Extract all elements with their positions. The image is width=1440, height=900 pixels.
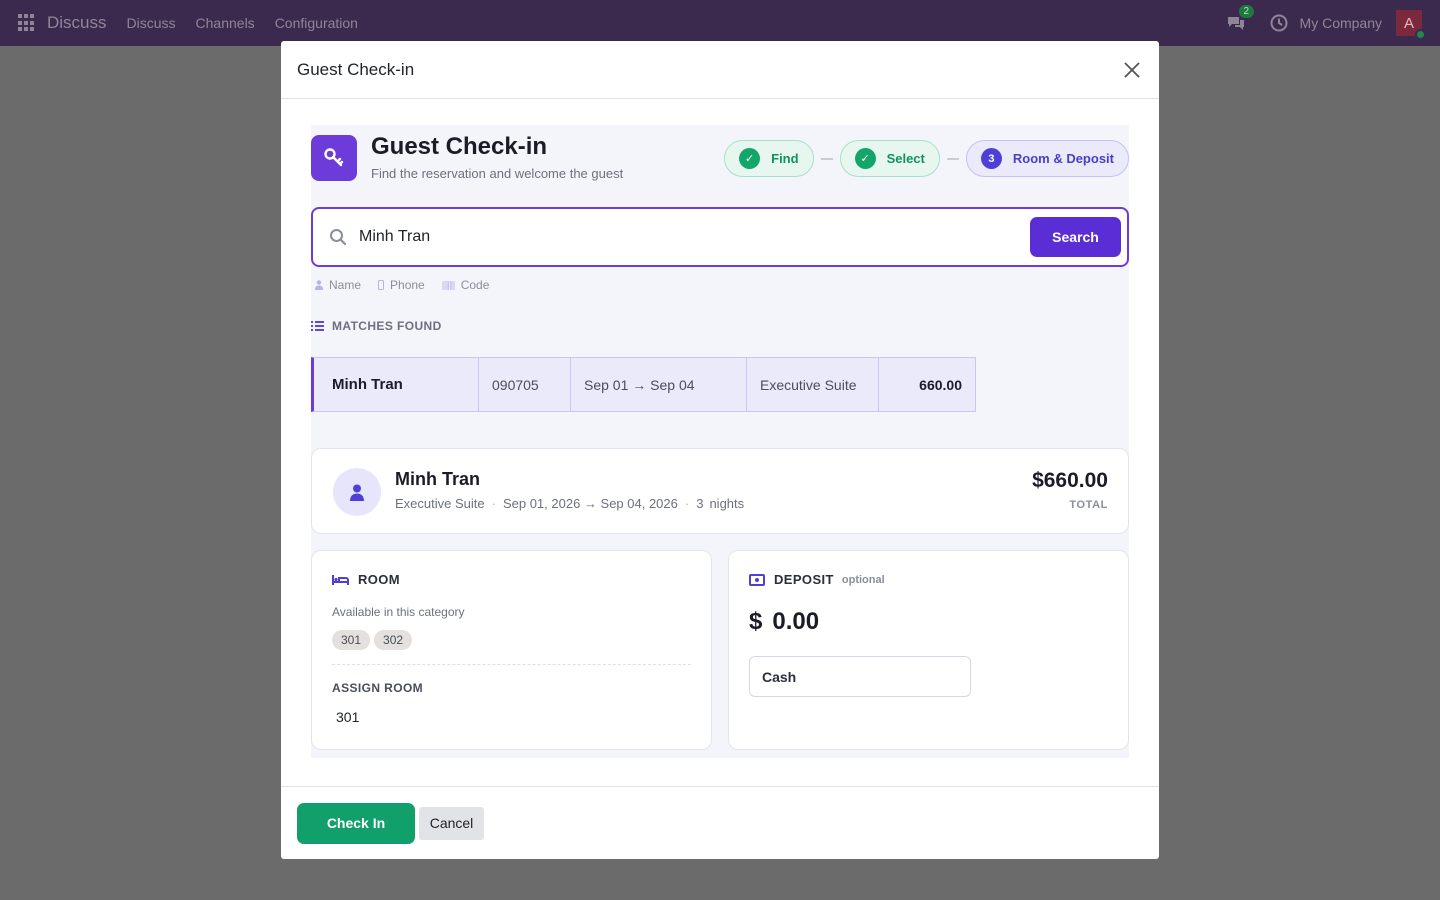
available-rooms: 301 302 bbox=[332, 630, 416, 650]
optional-tag: optional bbox=[841, 573, 885, 586]
selected-guest-card: Minh Tran Executive Suite · Sep 01, 2026… bbox=[311, 448, 1129, 534]
filter-label: Phone bbox=[390, 278, 425, 292]
dialog-footer: Check In Cancel bbox=[281, 786, 1159, 859]
avatar-letter: A bbox=[1403, 14, 1414, 32]
room-panel: ROOM Available in this category 301 302 … bbox=[311, 550, 712, 750]
currency-symbol: $ bbox=[749, 608, 763, 635]
deposit-panel-title: DEPOSIT optional bbox=[749, 572, 885, 587]
room-chip[interactable]: 302 bbox=[374, 630, 413, 650]
company-switcher[interactable]: My Company bbox=[1300, 15, 1382, 31]
checkin-dialog: Guest Check-in Guest Check-in Find the r… bbox=[281, 41, 1159, 859]
cancel-button[interactable]: Cancel bbox=[419, 806, 484, 840]
filter-label: Code bbox=[460, 278, 490, 292]
clock-icon[interactable] bbox=[1270, 14, 1288, 32]
wizard-title: Guest Check-in bbox=[371, 133, 548, 160]
step-label: Find bbox=[771, 151, 799, 166]
check-icon: ✓ bbox=[854, 148, 876, 169]
menu-channels[interactable]: Channels bbox=[196, 15, 255, 31]
match-row[interactable]: Minh Tran 090705 Sep 01 → Sep 04 Executi… bbox=[311, 357, 976, 412]
list-icon bbox=[311, 321, 324, 331]
guest-total-label: TOTAL bbox=[1069, 499, 1108, 511]
matches-heading: MATCHES FOUND bbox=[311, 319, 442, 333]
cash-icon bbox=[749, 573, 765, 586]
wizard-steps: ✓ Find ✓ Select 3 Room & Deposit bbox=[724, 140, 1129, 177]
dialog-title: Guest Check-in bbox=[297, 59, 415, 79]
step-label: Select bbox=[886, 151, 925, 166]
search-button[interactable]: Search bbox=[1030, 217, 1121, 257]
step-select[interactable]: ✓ Select bbox=[839, 140, 940, 177]
matches-label: MATCHES FOUND bbox=[332, 319, 442, 333]
assign-room-label: ASSIGN ROOM bbox=[332, 681, 424, 695]
room-panel-title: ROOM bbox=[332, 572, 400, 587]
bed-icon bbox=[332, 574, 349, 585]
search-input[interactable] bbox=[359, 228, 1009, 246]
room-title: ROOM bbox=[358, 572, 401, 587]
check-in-button[interactable]: Check In bbox=[297, 802, 415, 844]
guest-stay-details: Executive Suite · Sep 01, 2026 → Sep 04,… bbox=[395, 496, 744, 511]
key-icon bbox=[311, 135, 357, 181]
guest-room-type: Executive Suite bbox=[395, 496, 485, 511]
step-room-deposit[interactable]: 3 Room & Deposit bbox=[965, 140, 1129, 177]
guest-nights-label: nights bbox=[709, 496, 745, 511]
guest-dates: Sep 01, 2026 → Sep 04, 2026 bbox=[502, 496, 678, 511]
apps-grid-icon[interactable] bbox=[18, 14, 36, 32]
step-number: 3 bbox=[980, 148, 1002, 169]
room-chip[interactable]: 301 bbox=[332, 630, 371, 650]
checkin-wizard: Guest Check-in Find the reservation and … bbox=[311, 125, 1129, 758]
divider bbox=[332, 664, 691, 665]
guest-avatar bbox=[333, 468, 381, 516]
available-rooms-label: Available in this category bbox=[332, 605, 465, 619]
separator-dot: · bbox=[684, 496, 690, 511]
deposit-panel: DEPOSIT optional $ 0.00 Cash bbox=[728, 550, 1129, 750]
filter-name[interactable]: Name bbox=[315, 278, 361, 292]
step-find[interactable]: ✓ Find bbox=[724, 140, 814, 177]
filter-code[interactable]: Code bbox=[442, 278, 490, 292]
app-brand[interactable]: Discuss bbox=[47, 13, 107, 33]
step-separator bbox=[820, 157, 833, 160]
chat-count-badge: 2 bbox=[1238, 5, 1255, 18]
step-label: Room & Deposit bbox=[1012, 151, 1114, 166]
filter-phone[interactable]: Phone bbox=[378, 278, 425, 292]
step-separator bbox=[946, 157, 959, 160]
guest-name: Minh Tran bbox=[395, 469, 480, 489]
menu-configuration[interactable]: Configuration bbox=[275, 15, 358, 31]
close-icon[interactable] bbox=[1121, 59, 1143, 81]
search-icon bbox=[330, 229, 347, 246]
phone-icon bbox=[378, 280, 385, 290]
deposit-title: DEPOSIT bbox=[774, 572, 834, 587]
reservation-search: Search bbox=[311, 207, 1129, 267]
dialog-header: Guest Check-in bbox=[281, 41, 1159, 99]
check-icon: ✓ bbox=[739, 148, 761, 169]
person-icon bbox=[315, 280, 323, 290]
person-icon bbox=[350, 484, 364, 501]
payment-method-select[interactable]: Cash bbox=[749, 656, 971, 697]
match-amount: 660.00 bbox=[919, 376, 962, 393]
menu-discuss[interactable]: Discuss bbox=[127, 15, 176, 31]
filter-label: Name bbox=[329, 278, 362, 292]
assign-room-field[interactable]: 301 bbox=[336, 709, 359, 725]
deposit-amount-input[interactable]: $ 0.00 bbox=[749, 608, 819, 636]
online-status-dot bbox=[1415, 29, 1426, 40]
match-guest-name: Minh Tran bbox=[314, 358, 479, 411]
guest-nights-count: 3 bbox=[696, 496, 704, 511]
wizard-subtitle: Find the reservation and welcome the gue… bbox=[371, 166, 624, 181]
top-navbar: Discuss Discuss Channels Configuration 2… bbox=[0, 0, 1440, 46]
barcode-icon bbox=[442, 280, 455, 290]
search-filters: Name Phone Code bbox=[315, 278, 506, 292]
user-avatar[interactable]: A bbox=[1396, 10, 1426, 40]
guest-total: $660.00 bbox=[1032, 469, 1108, 492]
match-dates: Sep 01 → Sep 04 bbox=[571, 358, 747, 411]
separator-dot: · bbox=[491, 496, 496, 511]
match-code: 090705 bbox=[479, 358, 571, 411]
chat-icon[interactable]: 2 bbox=[1226, 5, 1255, 33]
deposit-amount: 0.00 bbox=[772, 608, 820, 635]
match-room-type: Executive Suite bbox=[747, 358, 879, 411]
